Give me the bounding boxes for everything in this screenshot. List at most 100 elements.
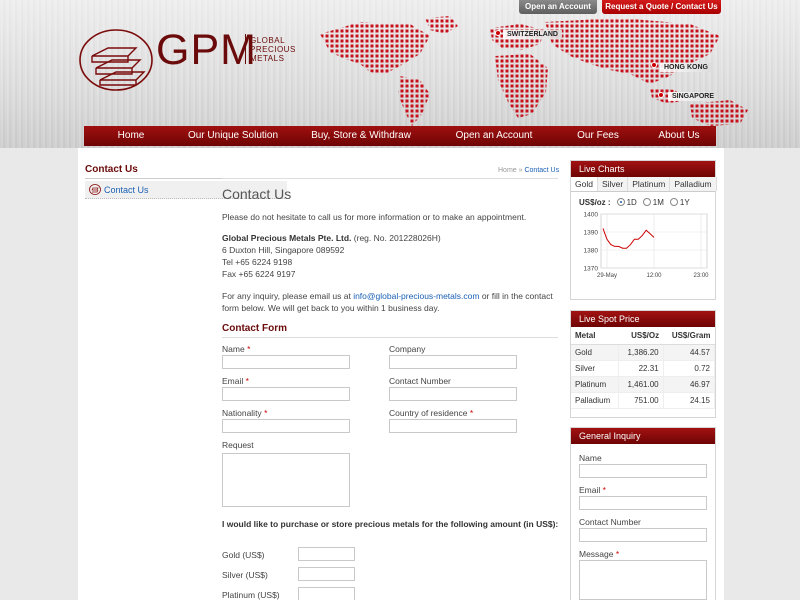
radio-icon <box>669 198 678 207</box>
tab-palladium[interactable]: Palladium <box>670 177 717 191</box>
tab-gold[interactable]: Gold <box>571 177 598 191</box>
spot-price-widget: Live Spot Price Metal US$/Oz US$/Gram Go… <box>570 310 716 418</box>
map-pin-icon <box>651 62 657 68</box>
email-label: Email * <box>222 376 249 386</box>
range-1d[interactable]: 1D <box>616 197 637 207</box>
request-quote-button[interactable]: Request a Quote / Contact Us <box>602 0 721 14</box>
breadcrumb-current: Contact Us <box>524 167 560 174</box>
email-field[interactable] <box>222 387 350 401</box>
gi-message-label: Message * <box>579 549 619 559</box>
intro-text: Please do not hesitate to call us for mo… <box>222 212 527 222</box>
y-tick-label: 1400 <box>584 212 599 219</box>
nav-unique-solution[interactable]: Our Unique Solution <box>178 126 288 146</box>
contact-number-field[interactable] <box>389 387 517 401</box>
required-mark: * <box>469 408 474 418</box>
logo-letters: GPM <box>156 26 257 74</box>
divider <box>222 337 558 338</box>
tab-platinum[interactable]: Platinum <box>628 177 671 191</box>
oz-price-cell: 22.31 <box>618 360 664 377</box>
nav-buy-store-withdraw[interactable]: Buy, Store & Withdraw <box>288 126 434 146</box>
silver-amount-field[interactable] <box>298 567 355 581</box>
main-nav: Home Our Unique Solution Buy, Store & Wi… <box>84 126 716 146</box>
table-row: Gold 1,386.20 44.57 <box>571 344 716 361</box>
logo-line-2: PRECIOUS <box>250 45 296 54</box>
y-tick-label: 1380 <box>584 248 599 255</box>
company-fax: Fax +65 6224 9197 <box>222 269 296 279</box>
inquiry-text: For any inquiry, please email us at info… <box>222 290 560 314</box>
name-label-text: Name <box>222 344 245 354</box>
x-tick-label: 29-May <box>597 273 617 279</box>
request-textarea[interactable] <box>222 453 350 507</box>
range-1y[interactable]: 1Y <box>669 197 690 207</box>
nav-home[interactable]: Home <box>84 126 178 146</box>
table-row: Platinum 1,461.00 46.97 <box>571 376 716 393</box>
country-label-text: Country of residence <box>389 408 468 418</box>
col-metal: Metal <box>571 327 619 345</box>
metal-tabs: Gold Silver Platinum Palladium <box>571 177 717 192</box>
gi-message-field[interactable] <box>579 560 707 600</box>
country-field[interactable] <box>389 419 517 433</box>
metal-cell: Platinum <box>571 376 620 393</box>
price-chart: 1370 1380 1390 1400 29-May 12:00 23:00 <box>584 212 710 280</box>
gi-email-field[interactable] <box>579 496 707 510</box>
purchase-question: I would like to purchase or store precio… <box>222 519 559 529</box>
company-label: Company <box>389 344 426 354</box>
unit-label: US$/oz : <box>579 197 611 207</box>
gold-amount-field[interactable] <box>298 547 355 561</box>
gi-name-label: Name <box>579 453 602 463</box>
general-inquiry-widget: General Inquiry Name Email * Contact Num… <box>570 427 716 600</box>
y-tick-label: 1390 <box>584 230 599 237</box>
gi-name-field[interactable] <box>579 464 707 478</box>
platinum-amount-field[interactable] <box>298 587 355 600</box>
col-usd-gram: US$/Gram <box>663 327 715 345</box>
nationality-label-text: Nationality <box>222 408 262 418</box>
x-tick-label: 12:00 <box>646 273 662 279</box>
range-selector: US$/oz : 1D 1M 1Y <box>571 192 715 208</box>
nationality-label: Nationality * <box>222 408 267 418</box>
oz-price-cell: 751.00 <box>618 392 664 409</box>
nationality-field[interactable] <box>222 419 350 433</box>
page-title: Contact Us <box>222 186 292 202</box>
city-label-hong-kong: HONG KONG <box>660 63 712 72</box>
nav-open-account[interactable]: Open an Account <box>434 126 554 146</box>
logo-line-1: GLOBAL <box>250 36 286 45</box>
contact-number-label: Contact Number <box>389 376 451 386</box>
name-field[interactable] <box>222 355 350 369</box>
gpm-logo[interactable]: GPM GLOBAL PRECIOUS METALS <box>78 26 328 96</box>
divider <box>222 178 558 179</box>
tab-silver[interactable]: Silver <box>597 177 629 191</box>
range-1y-label: 1Y <box>679 197 690 207</box>
company-address: 6 Duxton Hill, Singapore 089592 <box>222 245 345 255</box>
company-details: Global Precious Metals Pte. Ltd. (reg. N… <box>222 232 558 280</box>
breadcrumb-home[interactable]: Home <box>498 167 517 174</box>
nav-our-fees[interactable]: Our Fees <box>554 126 642 146</box>
radio-icon <box>642 198 651 207</box>
gi-contact-field[interactable] <box>579 528 707 542</box>
range-1d-label: 1D <box>626 197 637 207</box>
company-reg: (reg. No. 201228026H) <box>351 233 441 243</box>
gi-email-label: Email * <box>579 485 606 495</box>
nav-about-us[interactable]: About Us <box>642 126 716 146</box>
live-charts-widget: Live Charts Gold Silver Platinum Palladi… <box>570 160 717 300</box>
general-inquiry-title: General Inquiry <box>571 428 715 444</box>
page-content: Contact Us Contact Us Home » Contact Us … <box>78 148 724 600</box>
gold-bars-icon <box>89 184 101 195</box>
spot-price-table: Metal US$/Oz US$/Gram Gold 1,386.20 44.5… <box>571 327 716 409</box>
y-tick-label: 1370 <box>584 266 599 273</box>
gram-price-cell: 24.15 <box>663 392 716 409</box>
email-link[interactable]: info@global-precious-metals.com <box>353 291 479 301</box>
company-field[interactable] <box>389 355 517 369</box>
open-account-button[interactable]: Open an Account <box>519 0 597 14</box>
metal-cell: Palladium <box>571 392 620 409</box>
left-sidebar-title: Contact Us <box>85 164 138 175</box>
gi-email-label-text: Email <box>579 485 601 495</box>
range-1m-label: 1M <box>652 197 664 207</box>
city-label-switzerland: SWITZERLAND <box>503 30 562 39</box>
required-mark: * <box>615 549 620 559</box>
table-header-row: Metal US$/Oz US$/Gram <box>571 327 715 345</box>
range-1m[interactable]: 1M <box>642 197 664 207</box>
required-mark: * <box>602 485 606 495</box>
table-row: Palladium 751.00 24.15 <box>571 392 716 409</box>
gram-price-cell: 44.57 <box>663 344 716 361</box>
breadcrumb: Home » Contact Us <box>498 167 559 174</box>
